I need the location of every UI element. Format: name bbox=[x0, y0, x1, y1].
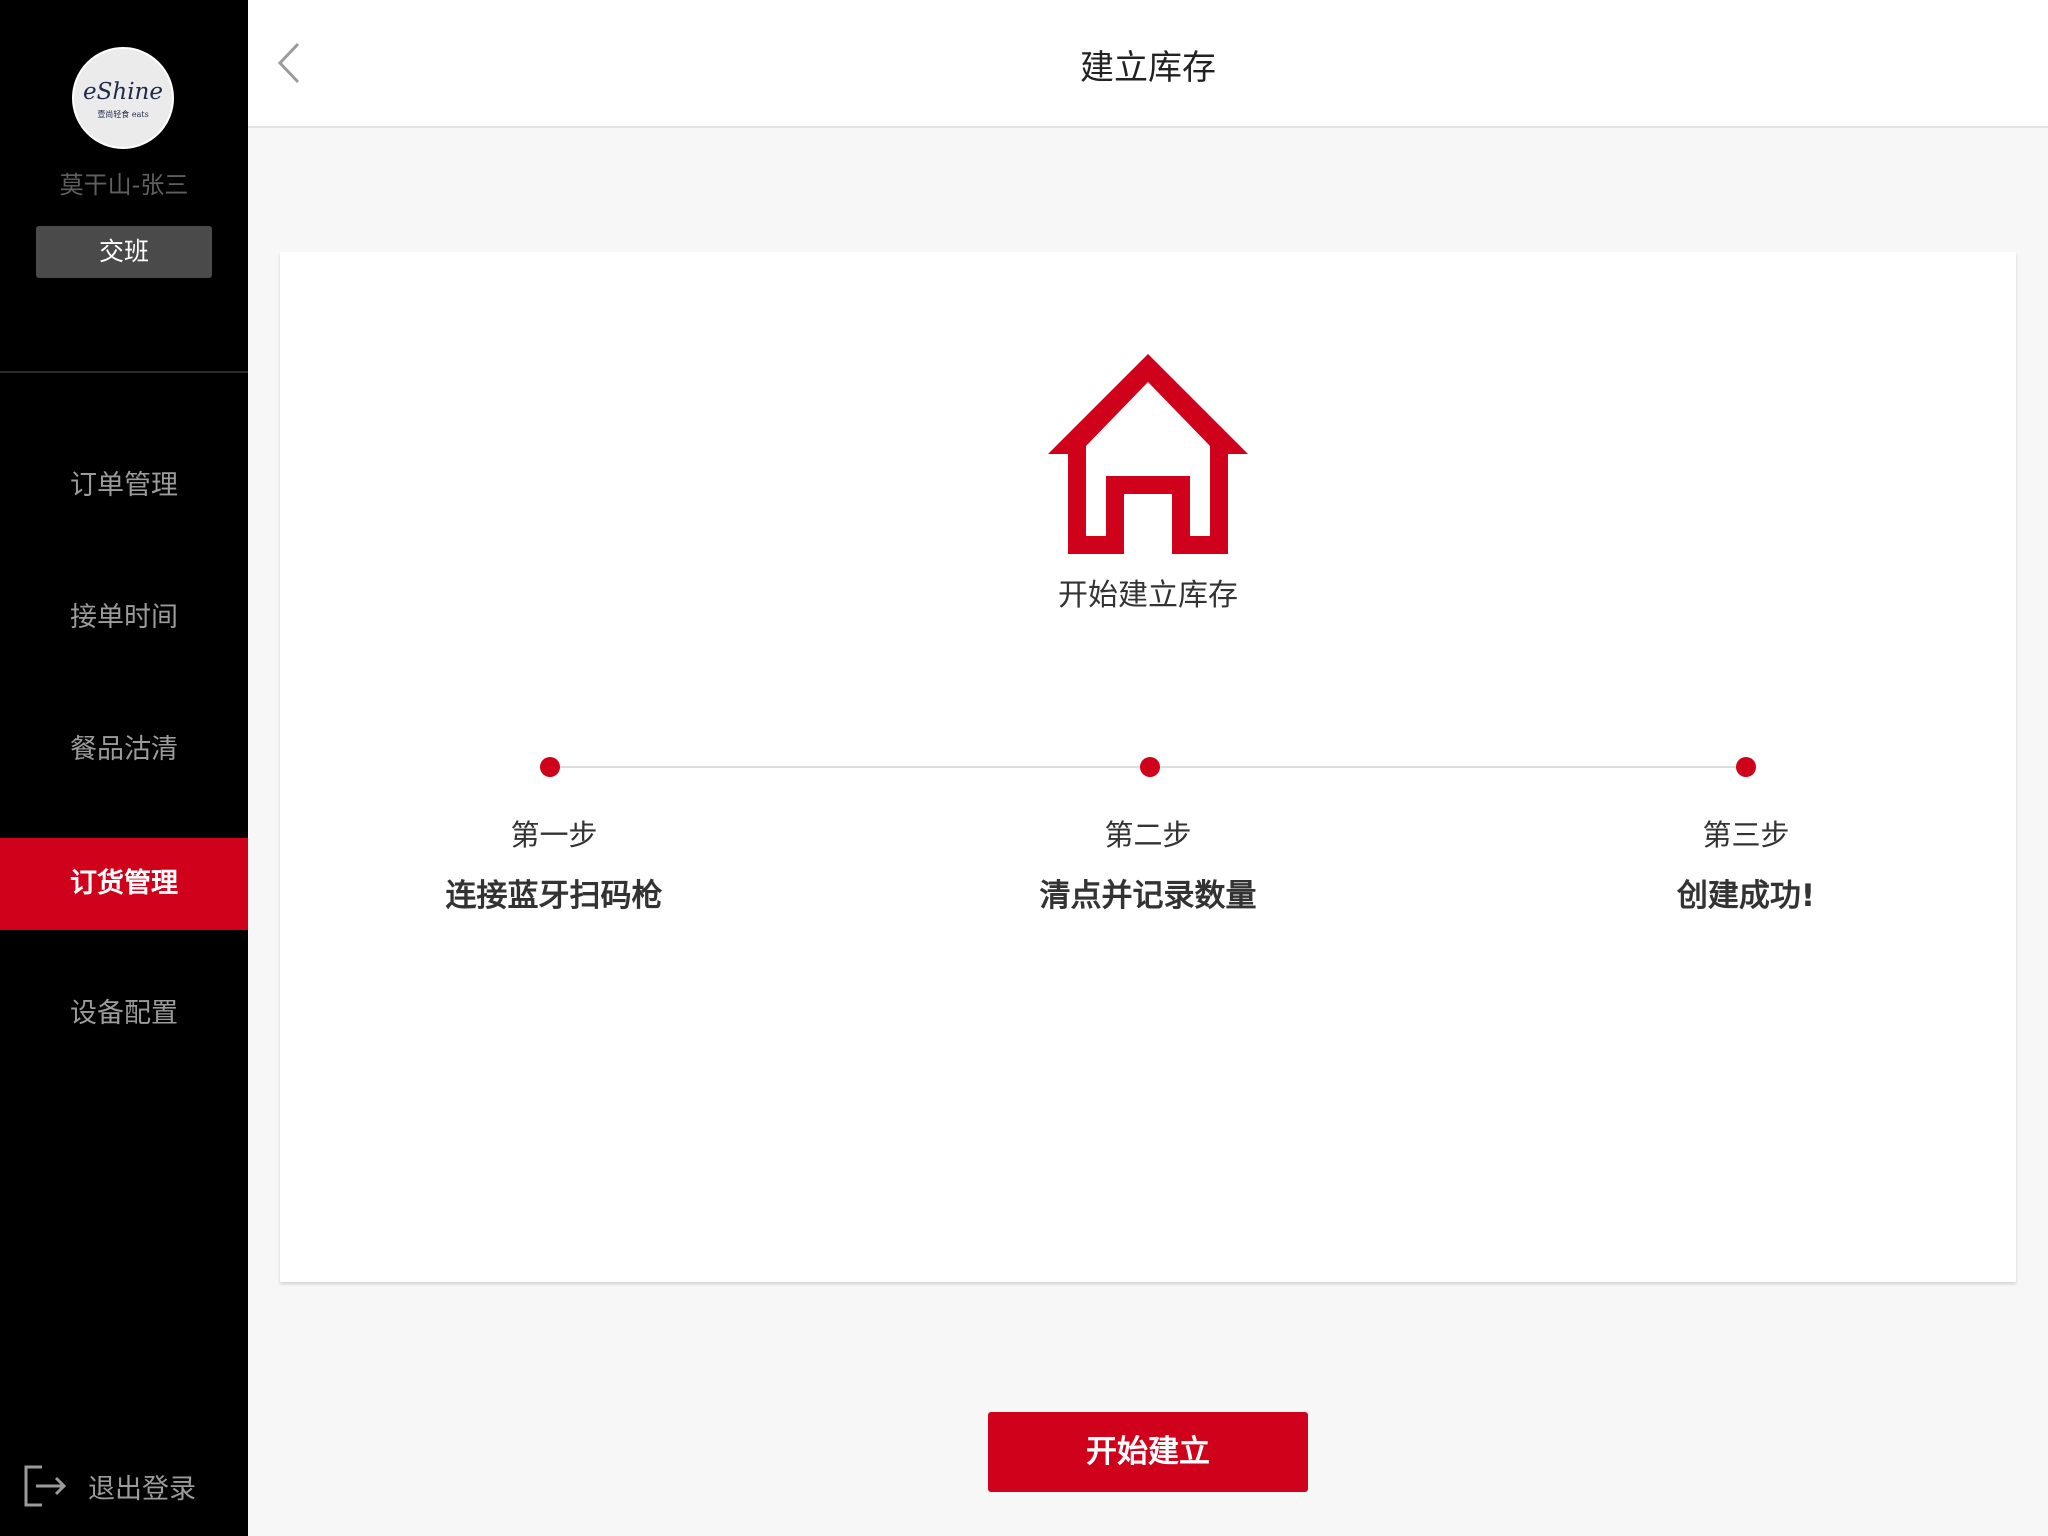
step-1-dot bbox=[540, 757, 560, 777]
sidebar-item-sold-out[interactable]: 餐品沽清 bbox=[0, 704, 248, 796]
logo-subtext: 壹尚轻食 eats bbox=[97, 110, 149, 119]
card-heading: 开始建立库存 bbox=[1058, 578, 1238, 613]
step-3-description: 创建成功! bbox=[1676, 878, 1816, 914]
sidebar-item-order-time[interactable]: 接单时间 bbox=[0, 572, 248, 664]
logout-button[interactable]: 退出登录 bbox=[22, 1462, 196, 1510]
inventory-setup-card: 开始建立库存 第一步 第二步 第三步 连接蓝牙扫码枪 清点并记录数量 创建成功! bbox=[280, 252, 2016, 1282]
user-name: 莫干山-张三 bbox=[59, 171, 189, 199]
logout-icon bbox=[24, 1465, 67, 1507]
sidebar-divider bbox=[0, 371, 248, 373]
sidebar-item-device-config[interactable]: 设备配置 bbox=[0, 968, 248, 1060]
avatar: eShine 壹尚轻食 eats bbox=[72, 47, 174, 149]
step-3-dot bbox=[1736, 757, 1756, 777]
top-bar: 建立库存 bbox=[248, 0, 2048, 128]
shift-handover-button[interactable]: 交班 bbox=[36, 226, 212, 278]
house-icon bbox=[1048, 354, 1248, 554]
step-3-label: 第三步 bbox=[1702, 818, 1790, 852]
step-1-label: 第一步 bbox=[510, 818, 598, 852]
sidebar: eShine 壹尚轻食 eats 莫干山-张三 交班 订单管理 接单时间 餐品沽… bbox=[0, 0, 248, 1536]
page-title: 建立库存 bbox=[1080, 48, 1216, 88]
step-2-description: 清点并记录数量 bbox=[1039, 878, 1257, 914]
step-2-label: 第二步 bbox=[1104, 818, 1192, 852]
logo-text: eShine bbox=[83, 79, 163, 105]
step-1-description: 连接蓝牙扫码枪 bbox=[445, 878, 663, 914]
sidebar-item-order-management[interactable]: 订单管理 bbox=[0, 440, 248, 532]
logout-label: 退出登录 bbox=[88, 1473, 196, 1505]
start-setup-button[interactable]: 开始建立 bbox=[988, 1412, 1308, 1492]
sidebar-item-purchase-management[interactable]: 订货管理 bbox=[0, 838, 248, 930]
step-2-dot bbox=[1140, 757, 1160, 777]
